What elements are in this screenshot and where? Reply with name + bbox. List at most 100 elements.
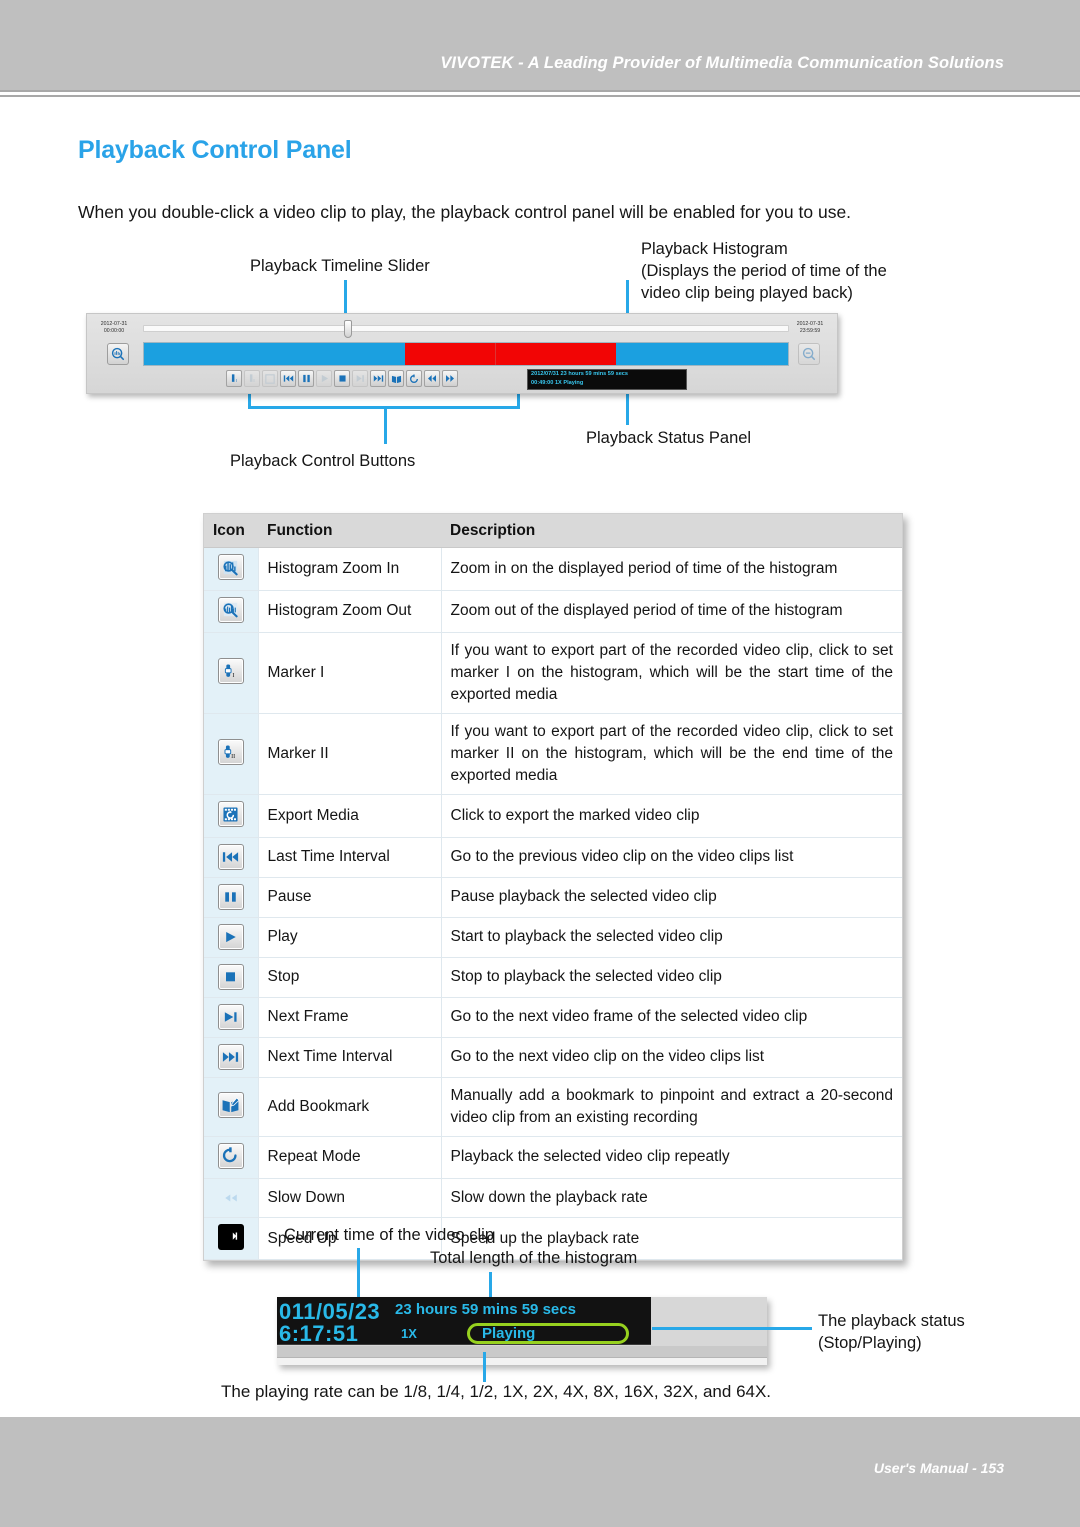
column-header-function: Function (258, 514, 441, 548)
intro-paragraph: When you double-click a video clip to pl… (78, 202, 852, 222)
column-header-icon: Icon (204, 514, 258, 548)
panel-end-time: 23:59:59 (799, 327, 821, 334)
status-panel-strip-lower (277, 1357, 767, 1365)
table-cell-function: Play (258, 917, 442, 958)
status-current-time: 6:17:51 (279, 1321, 359, 1346)
table-cell-icon (204, 837, 259, 878)
table-row: Histogram Zoom Out Zoom out of the displa… (204, 590, 902, 633)
status-total-length: 23 hours 59 mins 59 secs (395, 1301, 576, 1318)
page-header: VIVOTEK - A Leading Provider of Multimed… (0, 0, 1080, 90)
table-row: Histogram Zoom In Zoom in on the displaye… (204, 547, 902, 591)
panel-next-time-interval-button[interactable] (370, 370, 386, 387)
svg-text:I: I (233, 673, 235, 679)
panel-histogram-zoom-out-icon[interactable] (798, 343, 820, 365)
callout-histogram-line1: Playback Histogram (641, 240, 788, 258)
panel-slow-down-button[interactable] (424, 370, 440, 387)
page-title: Playback Control Panel (78, 136, 352, 164)
table-row: Last Time Interval Go to the previous vid… (204, 837, 902, 878)
export-media-icon[interactable] (217, 801, 244, 827)
panel-speed-up-button[interactable] (442, 370, 458, 387)
panel-histogram-marked-region (404, 343, 617, 365)
table-cell-function: Add Bookmark (258, 1077, 442, 1137)
last-time-interval-icon[interactable] (217, 843, 244, 870)
panel-playback-histogram[interactable] (143, 342, 789, 366)
table-cell-function: Pause (258, 877, 442, 918)
status-playback-state: Playing (482, 1325, 536, 1342)
callout-playback-status-line1: The playback status (818, 1312, 965, 1330)
next-time-interval-icon[interactable] (217, 1043, 244, 1070)
panel-marker-2-button[interactable]: II (244, 370, 260, 387)
table-cell-function: Last Time Interval (258, 837, 442, 878)
panel-next-frame-button[interactable] (352, 370, 368, 387)
function-table: Icon Function Description Histogram Zoom… (204, 514, 902, 1260)
callout-line-control-buttons (384, 406, 387, 444)
table-cell-description: Pause playback the selected video clip (441, 877, 902, 918)
callout-histogram-line3: video clip being played back) (641, 284, 853, 302)
footer-manual-text: User's Manual - 153 (873, 1460, 1004, 1476)
status-panel-strip (277, 1346, 767, 1357)
histogram-zoom-in-icon[interactable] (217, 554, 244, 580)
add-bookmark-icon[interactable] (217, 1092, 244, 1119)
callout-total-length: Total length of the histogram (430, 1249, 638, 1267)
panel-pause-button[interactable] (298, 370, 314, 387)
panel-repeat-mode-button[interactable] (406, 370, 422, 387)
pause-icon[interactable] (217, 883, 244, 910)
panel-start-date: 2012-07-31 (100, 321, 128, 327)
callout-line-status-panel (626, 393, 629, 425)
play-icon[interactable] (217, 923, 244, 950)
panel-start-time: 00:00:00 (103, 327, 125, 334)
histogram-zoom-out-icon[interactable] (217, 596, 244, 623)
speed-up-icon[interactable] (217, 1224, 244, 1250)
table-cell-function: Stop (258, 957, 442, 998)
table-row: Play Start to playback the selected video… (204, 917, 902, 958)
panel-histogram-seam (494, 343, 496, 365)
table-cell-description: Zoom in on the displayed period of time … (441, 547, 902, 591)
panel-histogram-zoom-in-icon[interactable] (107, 343, 129, 365)
callout-bracket-left-tick (248, 394, 251, 408)
callout-line-playing-rate (483, 1352, 486, 1382)
next-frame-icon[interactable] (217, 1003, 244, 1030)
slow-down-icon[interactable] (218, 1185, 244, 1211)
table-row: Slow Down Slow down the playback rate (204, 1178, 902, 1218)
playing-rate-note: The playing rate can be 1/8, 1/4, 1/2, 1… (221, 1382, 772, 1401)
panel-export-media-button[interactable] (262, 370, 278, 387)
table-row: Next Frame Go to the next video frame of … (204, 997, 902, 1038)
panel-timeline-track[interactable] (143, 325, 789, 332)
table-cell-function: Histogram Zoom Out (258, 590, 442, 633)
table-cell-description: Stop to playback the selected video clip (441, 957, 902, 998)
table-cell-description: If you want to export part of the record… (441, 713, 902, 795)
table-cell-icon (204, 1136, 259, 1179)
status-state-highlight: Playing (467, 1323, 629, 1344)
callout-line-current-time (357, 1248, 360, 1298)
table-cell-icon (204, 1217, 259, 1260)
panel-timeline-slider-thumb[interactable] (344, 320, 352, 338)
callout-status-panel: Playback Status Panel (586, 429, 752, 447)
table-cell-description: Playback the selected video clip repeatl… (441, 1136, 902, 1179)
stop-icon[interactable] (217, 963, 244, 990)
header-banner-text: VIVOTEK - A Leading Provider of Multimed… (440, 54, 1004, 72)
table-header-row: Icon Function Description (204, 514, 902, 548)
table-row: Pause Pause playback the selected video c… (204, 877, 902, 918)
marker-2-icon[interactable]: II (217, 739, 244, 766)
table-cell-icon (204, 957, 259, 998)
table-cell-description: Zoom out of the displayed period of time… (441, 590, 902, 633)
panel-stop-button[interactable] (334, 370, 350, 387)
repeat-mode-icon[interactable] (217, 1142, 244, 1169)
panel-play-button[interactable] (316, 370, 332, 387)
callout-control-buttons: Playback Control Buttons (230, 452, 416, 470)
callout-line-total-length (489, 1272, 492, 1298)
table-cell-function: Export Media (258, 794, 442, 838)
table-cell-icon (204, 1037, 259, 1078)
table-cell-function: Histogram Zoom In (258, 547, 442, 591)
marker-1-icon[interactable]: I (217, 658, 244, 685)
table-cell-icon (204, 877, 259, 918)
table-cell-icon (204, 547, 259, 591)
callout-timeline-slider: Playback Timeline Slider (250, 257, 430, 275)
table-row: I Marker I If you want to export part of t… (204, 632, 902, 714)
panel-add-bookmark-button[interactable] (388, 370, 404, 387)
callout-histogram-line2: (Displays the period of time of the (641, 262, 887, 280)
panel-marker-1-button[interactable]: I (226, 370, 242, 387)
panel-last-time-interval-button[interactable] (280, 370, 296, 387)
table-row: Repeat Mode Playback the selected video c… (204, 1136, 902, 1179)
column-header-description: Description (441, 514, 902, 548)
